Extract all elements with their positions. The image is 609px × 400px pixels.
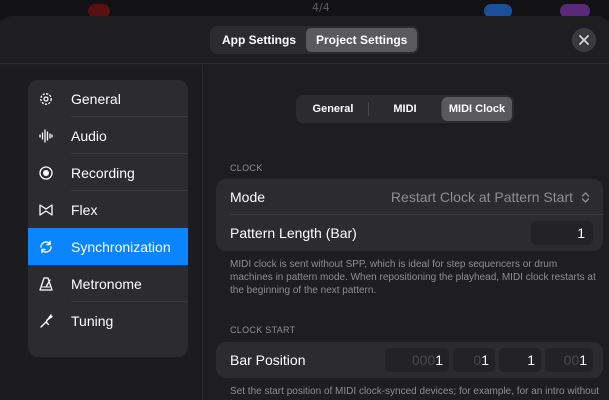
- sidebar-item-label: Tuning: [71, 313, 114, 329]
- close-button[interactable]: [572, 28, 596, 52]
- project-settings-segment[interactable]: Project Settings: [306, 28, 418, 52]
- pattern-length-field[interactable]: 1: [531, 221, 593, 245]
- clock-group: Mode Restart Clock at Pattern Start Patt…: [216, 179, 603, 251]
- sidebar-item-label: Audio: [71, 128, 107, 144]
- clock-start-help-text: Set the start position of MIDI clock-syn…: [230, 386, 600, 400]
- close-icon: [579, 35, 589, 45]
- bar-position-row: Bar Position 0001 01 1 001: [216, 342, 603, 378]
- chevron-up-down-icon: [581, 192, 590, 203]
- division-field-value: 1: [527, 352, 535, 368]
- sidebar-item-general[interactable]: General: [28, 80, 188, 117]
- tuning-fork-icon: [37, 312, 55, 330]
- tick-field-value: 1: [579, 352, 587, 368]
- sidebar-item-recording[interactable]: Recording: [28, 154, 188, 191]
- bar-field-value: 1: [435, 352, 443, 368]
- tab-midi[interactable]: MIDI: [369, 97, 441, 121]
- mode-row[interactable]: Mode Restart Clock at Pattern Start: [216, 179, 603, 215]
- sync-icon: [37, 238, 55, 256]
- waveform-icon: [37, 127, 55, 145]
- mode-label: Mode: [230, 189, 266, 205]
- record-icon: [37, 164, 55, 182]
- beat-field-value: 1: [481, 352, 489, 368]
- bar-field[interactable]: 0001: [385, 348, 449, 372]
- settings-scope-segmented-control: App Settings Project Settings: [210, 26, 420, 54]
- sidebar: General Audio Recording Flex Synchroniza…: [28, 80, 188, 357]
- app-settings-segment[interactable]: App Settings: [212, 28, 306, 52]
- clock-help-text: MIDI clock is sent without SPP, which is…: [230, 259, 596, 296]
- settings-header: App Settings Project Settings: [0, 16, 609, 64]
- sidebar-item-tuning[interactable]: Tuning: [28, 302, 188, 339]
- division-field[interactable]: 1: [499, 348, 541, 372]
- sidebar-item-metronome[interactable]: Metronome: [28, 265, 188, 302]
- gear-icon: [37, 90, 55, 108]
- tab-midi-clock[interactable]: MIDI Clock: [442, 97, 512, 121]
- sidebar-item-label: Synchronization: [71, 239, 171, 255]
- sidebar-item-label: General: [71, 91, 121, 107]
- clock-start-group: Bar Position 0001 01 1 001: [216, 342, 603, 378]
- sidebar-item-synchronization[interactable]: Synchronization: [28, 228, 188, 265]
- bar-field-prefix: 000: [411, 352, 436, 368]
- pattern-length-label: Pattern Length (Bar): [230, 225, 357, 241]
- pattern-length-row: Pattern Length (Bar) 1: [216, 215, 603, 251]
- clock-section-label: CLOCK: [230, 163, 263, 173]
- bar-position-fields: 0001 01 1 001: [381, 348, 593, 372]
- metronome-icon: [37, 275, 55, 293]
- mode-value[interactable]: Restart Clock at Pattern Start: [391, 189, 573, 205]
- sidebar-item-flex[interactable]: Flex: [28, 191, 188, 228]
- sidebar-item-audio[interactable]: Audio: [28, 117, 188, 154]
- tick-field-prefix: 00: [563, 352, 580, 368]
- sidebar-item-label: Metronome: [71, 276, 142, 292]
- bar-position-label: Bar Position: [230, 352, 306, 368]
- tab-general[interactable]: General: [298, 97, 368, 121]
- sync-tabs: General MIDI MIDI Clock: [296, 95, 514, 123]
- sidebar-item-label: Flex: [71, 202, 98, 218]
- flex-icon: [37, 201, 55, 219]
- settings-content: General MIDI MIDI Clock CLOCK Mode Resta…: [204, 65, 609, 400]
- sidebar-item-label: Recording: [71, 165, 135, 181]
- clock-start-section-label: CLOCK START: [230, 325, 296, 335]
- beat-field[interactable]: 01: [453, 348, 495, 372]
- background-bar-counter: 4/4: [312, 1, 330, 14]
- tick-field[interactable]: 001: [545, 348, 593, 372]
